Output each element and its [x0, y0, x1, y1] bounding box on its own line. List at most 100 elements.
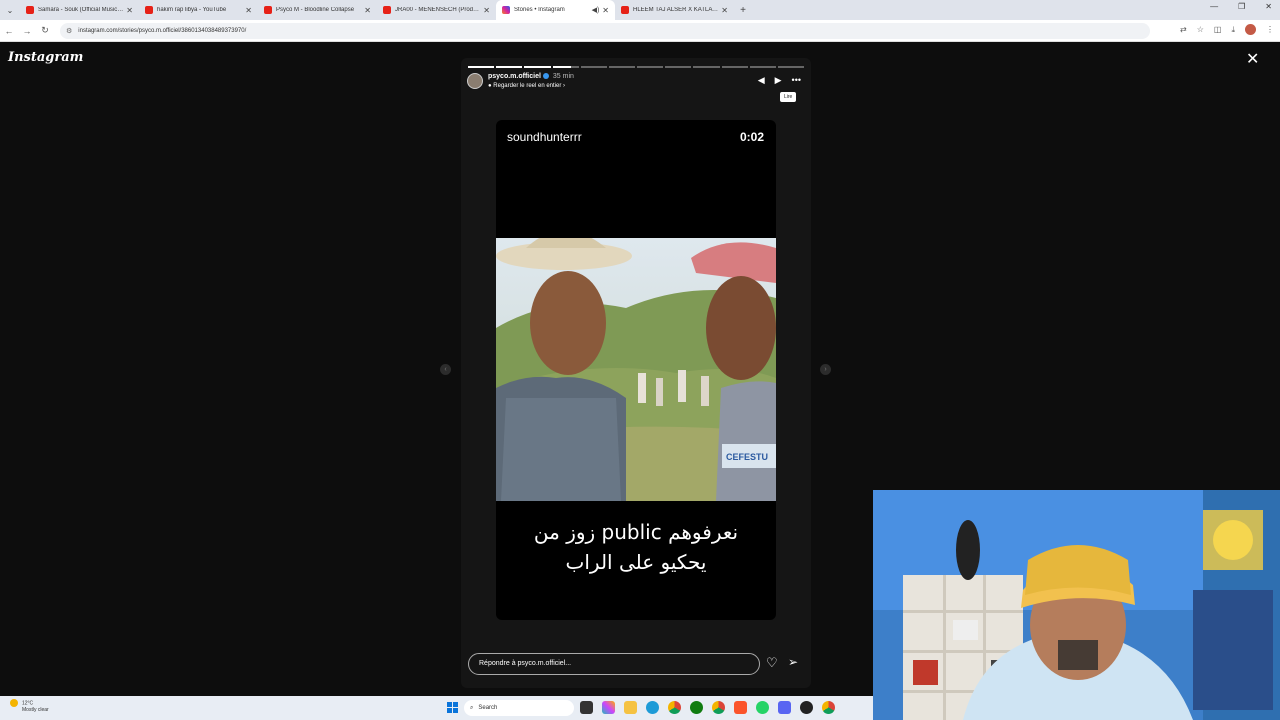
back-icon[interactable]: ← — [0, 26, 18, 36]
reel-timestamp: 0:02 — [739, 130, 764, 144]
reel-icon: ● — [488, 83, 492, 89]
taskbar-apps — [580, 701, 835, 714]
progress-segment — [608, 66, 636, 68]
brave-icon[interactable] — [734, 701, 747, 714]
window-controls: — ❐ ✕ — [1210, 2, 1272, 11]
progress-segment — [468, 66, 495, 68]
address-bar[interactable]: ⚙ instagram.com/stories/psyco.m.officiel… — [60, 23, 1150, 39]
tab-3[interactable]: JRA00 - MENENSECH (Prod. Hz ✕ — [377, 0, 496, 20]
weather-temp: 12°C — [22, 700, 34, 707]
profile-avatar[interactable] — [1245, 24, 1256, 35]
close-tab-icon[interactable]: ✕ — [602, 6, 609, 15]
close-tab-icon[interactable]: ✕ — [364, 6, 371, 15]
davinci-icon[interactable] — [800, 701, 813, 714]
copilot-icon[interactable] — [602, 701, 615, 714]
story-header: psyco.m.officiel 35 min ● Regarder le ree… — [467, 73, 805, 93]
chrome-alt-icon[interactable] — [822, 701, 835, 714]
progress-segment — [524, 66, 551, 68]
progress-segment — [665, 66, 692, 68]
whatsapp-icon[interactable] — [756, 701, 769, 714]
story-controls: ◀ ▶ ••• — [758, 75, 801, 86]
video-frame: CEFESTU — [496, 238, 776, 501]
xbox-icon[interactable] — [690, 701, 703, 714]
extensions-icon[interactable]: ◫ — [1214, 25, 1222, 34]
screen: ⌄ Samara - Souk (Official Music Vi ✕ hak… — [0, 0, 1280, 720]
progress-segment — [749, 66, 776, 68]
minimize-icon[interactable]: — — [1210, 2, 1218, 11]
more-options-icon[interactable]: ••• — [792, 75, 801, 86]
taskbar-search[interactable]: ⌕ Search — [464, 700, 574, 716]
search-icon: ⌕ — [470, 704, 474, 711]
instagram-logo[interactable]: Instagram — [8, 50, 83, 65]
progress-segment — [580, 66, 607, 68]
close-tab-icon[interactable]: ✕ — [126, 6, 133, 15]
chrome-icon[interactable] — [668, 701, 681, 714]
reel-card[interactable]: soundhunterrr 0:02 CEFESTU زوز من public… — [496, 120, 776, 620]
reel-caption-line-2: يحكيو على الراب — [565, 550, 707, 574]
like-heart-icon[interactable]: ♡ — [766, 655, 778, 671]
close-window-icon[interactable]: ✕ — [1265, 2, 1272, 11]
mute-icon[interactable]: ◀ — [758, 75, 765, 86]
discord-icon[interactable] — [778, 701, 791, 714]
chevron-right-icon: › — [563, 83, 566, 89]
file-explorer-icon[interactable] — [624, 701, 637, 714]
chrome-active-icon[interactable] — [712, 701, 725, 714]
close-tab-icon[interactable]: ✕ — [721, 6, 728, 15]
tab-title: JRA00 - MENENSECH (Prod. Hz — [395, 7, 481, 13]
story-username[interactable]: psyco.m.officiel — [488, 73, 541, 80]
story-username-row[interactable]: psyco.m.officiel 35 min — [488, 73, 574, 80]
tab-title: hakim rap libya - YouTube — [157, 7, 227, 13]
tab-search-icon[interactable]: ⌄ — [0, 0, 20, 20]
toolbar-actions: ⇄ ☆ ◫ ⤓ ⋮ — [1180, 24, 1274, 35]
youtube-icon — [26, 6, 34, 14]
reload-icon[interactable]: ↻ — [36, 25, 54, 36]
forward-icon[interactable]: → — [18, 26, 36, 36]
bookmark-star-icon[interactable]: ☆ — [1197, 25, 1204, 34]
tab-2[interactable]: Psyco M - Bloodline Collapse ✕ — [258, 0, 377, 20]
reel-username: soundhunterrr — [507, 130, 582, 144]
progress-segment — [637, 66, 664, 68]
story-time: 35 min — [552, 73, 574, 80]
progress-segment — [693, 66, 720, 68]
downloads-icon[interactable]: ⤓ — [1231, 25, 1235, 35]
tab-strip: ⌄ Samara - Souk (Official Music Vi ✕ hak… — [0, 0, 1280, 20]
progress-segment — [777, 66, 805, 68]
close-story-icon[interactable]: ✕ — [1246, 52, 1259, 68]
new-tab-button[interactable]: + — [734, 5, 752, 16]
speaker-icon[interactable]: ◀) — [592, 6, 600, 14]
play-icon[interactable]: ▶ — [775, 75, 782, 86]
reply-input[interactable]: Répondre à psyco.m.officiel... — [468, 653, 760, 675]
task-view-icon[interactable] — [580, 701, 593, 714]
tab-5[interactable]: HLEEM TAJ ALSER X KATLA - B ✕ — [615, 0, 734, 20]
watch-reel-label: Regarder le reel en entier — [493, 83, 562, 89]
previous-story-icon[interactable]: ‹ — [440, 364, 451, 375]
search-label: Search — [478, 705, 498, 711]
send-icon[interactable]: ➢ — [788, 655, 798, 669]
translate-icon[interactable]: ⇄ — [1180, 25, 1187, 34]
instagram-icon — [502, 6, 510, 14]
progress-segment — [721, 66, 748, 68]
progress-segment — [552, 66, 579, 68]
weather-sun-icon — [10, 699, 18, 707]
tab-title: Psyco M - Bloodline Collapse — [276, 7, 355, 13]
reel-caption-line-1: زوز من public نعرفوهم — [533, 520, 739, 544]
progress-segment — [496, 66, 523, 68]
tab-0[interactable]: Samara - Souk (Official Music Vi ✕ — [20, 0, 139, 20]
tab-4-active[interactable]: Stories • Instagram ◀) ✕ — [496, 0, 615, 20]
video-watermark: CEFESTU — [726, 452, 768, 462]
edge-icon[interactable] — [646, 701, 659, 714]
avatar[interactable] — [467, 73, 483, 89]
site-info-icon[interactable]: ⚙ — [66, 27, 72, 35]
tab-1[interactable]: hakim rap libya - YouTube ✕ — [139, 0, 258, 20]
story-viewer: psyco.m.officiel 35 min ● Regarder le ree… — [461, 58, 811, 688]
menu-icon[interactable]: ⋮ — [1266, 25, 1274, 34]
close-tab-icon[interactable]: ✕ — [245, 6, 252, 15]
restore-icon[interactable]: ❐ — [1238, 2, 1245, 11]
weather-widget[interactable]: 12°C Mostly clear — [10, 699, 49, 714]
tab-title: Stories • Instagram — [514, 7, 565, 13]
windows-start-icon[interactable] — [447, 702, 458, 713]
close-tab-icon[interactable]: ✕ — [483, 6, 490, 15]
webcam-overlay — [873, 490, 1280, 720]
next-story-icon[interactable]: › — [820, 364, 831, 375]
watch-reel-link[interactable]: ● Regarder le reel en entier › — [488, 83, 565, 89]
